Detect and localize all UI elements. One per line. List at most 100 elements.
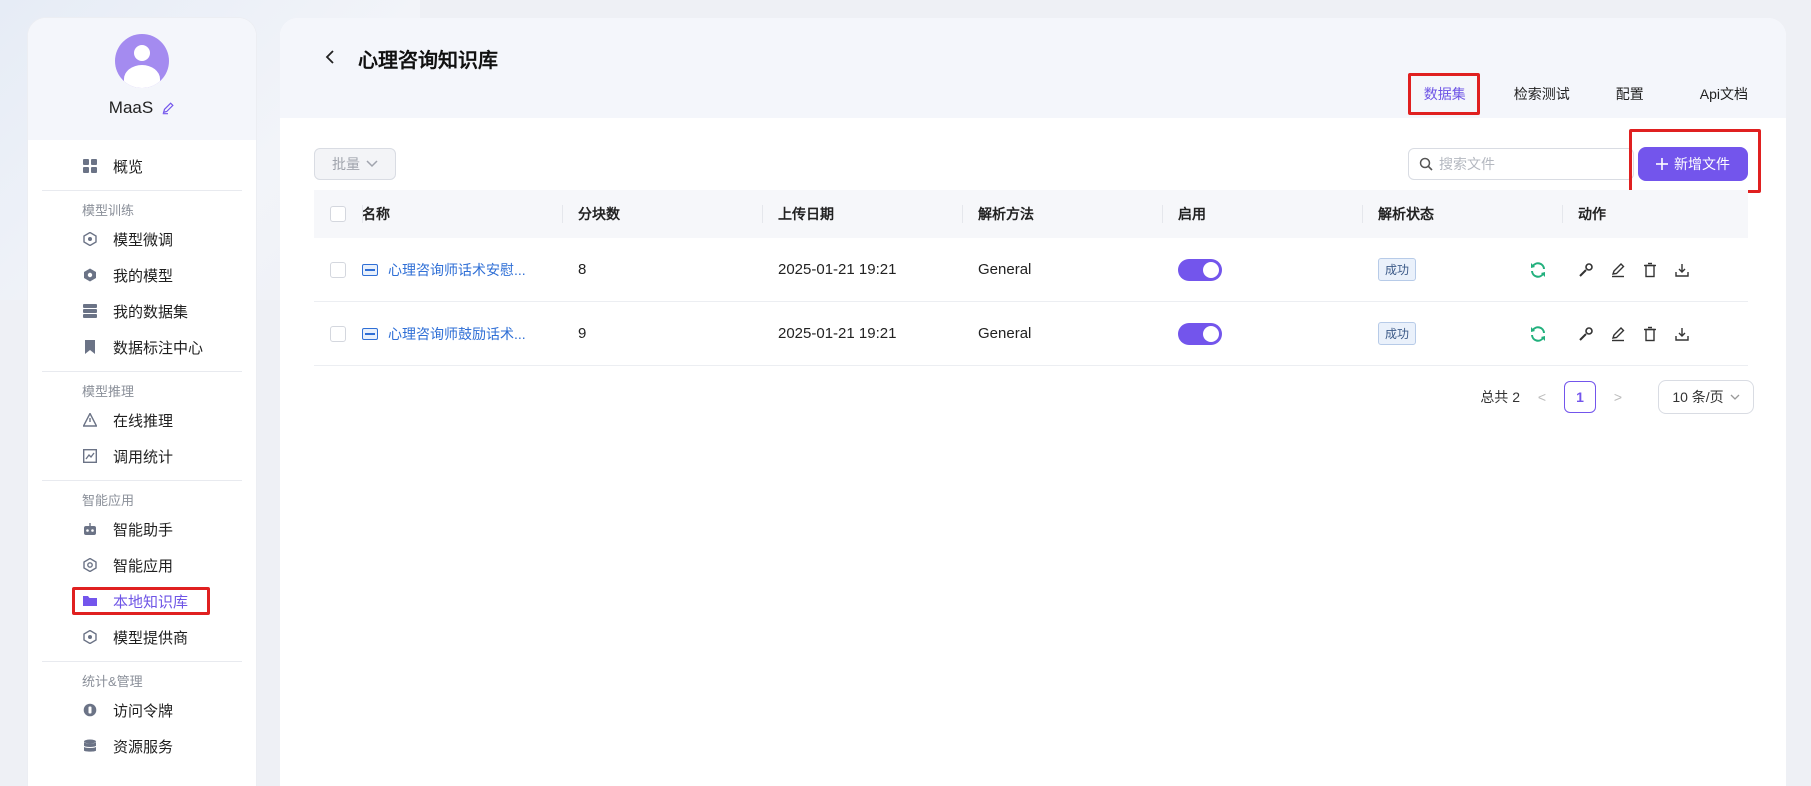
upload-date: 2025-01-21 19:21: [778, 261, 897, 278]
tab-config[interactable]: 配置: [1598, 84, 1662, 104]
trash-icon[interactable]: [1642, 262, 1658, 278]
gear-icon: [82, 557, 98, 573]
prev-page-icon[interactable]: <: [1532, 389, 1552, 405]
status-badge: 成功: [1378, 322, 1417, 345]
chunk-count: 9: [578, 325, 587, 342]
add-file-button[interactable]: 新增文件: [1638, 147, 1748, 181]
search-input[interactable]: [1439, 156, 1619, 172]
page-title: 心理咨询知识库: [358, 50, 498, 72]
sidebar-item-resource-service[interactable]: 资源服务: [42, 728, 242, 764]
grid-icon: [82, 158, 98, 174]
back-arrow-icon[interactable]: [322, 48, 340, 66]
sidebar-item-call-stats[interactable]: 调用统计: [42, 438, 242, 474]
sidebar-item-online-inference[interactable]: 在线推理: [42, 402, 242, 438]
avatar[interactable]: [115, 34, 169, 88]
tab-bar: 数据集 检索测试 配置 Api文档: [1406, 73, 1748, 115]
edit-icon[interactable]: [1610, 262, 1626, 278]
page-header: 心理咨询知识库 数据集 检索测试 配置 Api文档: [280, 18, 1786, 118]
column-header-name: 名称: [362, 206, 390, 222]
row-checkbox[interactable]: [330, 325, 346, 342]
database-icon: [82, 303, 98, 319]
menu-group-title: 模型训练: [82, 203, 135, 218]
download-icon[interactable]: [1674, 326, 1690, 342]
file-table: 名称 分块数 上传日期 解析方法 启用 解析状态 动作 心理咨询师话术安慰...…: [314, 190, 1748, 366]
refresh-icon[interactable]: [1528, 324, 1548, 344]
table-row: 心理咨询师鼓励话术... 9 2025-01-21 19:21 General …: [314, 302, 1748, 366]
hexagon-icon: [82, 231, 98, 247]
tab-retrieval-test[interactable]: 检索测试: [1496, 84, 1588, 104]
wrench-icon[interactable]: [1578, 262, 1594, 278]
sidebar-item-label: 我的数据集: [113, 303, 189, 321]
edit-icon[interactable]: [1610, 326, 1626, 342]
menu-group-title: 智能应用: [82, 493, 135, 508]
search-box[interactable]: [1408, 148, 1634, 180]
sidebar-item-assistant[interactable]: 智能助手: [42, 511, 242, 547]
user-profile: MaaS: [28, 18, 256, 140]
sidebar-item-label: 智能应用: [113, 557, 174, 575]
sidebar-item-finetune[interactable]: 模型微调: [42, 221, 242, 257]
tab-dataset[interactable]: 数据集: [1406, 73, 1484, 115]
sidebar-item-label: 在线推理: [113, 412, 174, 430]
docx-file-icon: [362, 327, 378, 340]
add-file-label: 新增文件: [1674, 156, 1730, 172]
sidebar-menu: 概览 模型训练 模型微调 我的模型 我的数据集 数据标注中心 模型推理 在线推理…: [28, 148, 256, 764]
plus-icon: [1656, 158, 1668, 170]
page-size-label: 10 条/页: [1672, 389, 1724, 405]
select-all-checkbox[interactable]: [330, 206, 346, 222]
column-header-enabled: 启用: [1178, 206, 1206, 222]
tab-api-docs[interactable]: Api文档: [1682, 84, 1748, 104]
bookmark-icon: [82, 339, 98, 355]
sidebar-item-label: 模型微调: [113, 231, 174, 249]
sidebar-item-my-datasets[interactable]: 我的数据集: [42, 293, 242, 329]
chevron-down-icon: [1730, 394, 1740, 400]
sidebar-item-local-knowledge-base[interactable]: 本地知识库: [42, 583, 242, 619]
storage-icon: [82, 738, 98, 754]
sidebar-item-label: 调用统计: [113, 448, 174, 466]
menu-group-title: 模型推理: [82, 384, 135, 399]
trash-icon[interactable]: [1642, 326, 1658, 342]
download-icon[interactable]: [1674, 262, 1690, 278]
edit-icon[interactable]: [161, 101, 175, 115]
table-row: 心理咨询师话术安慰... 8 2025-01-21 19:21 General …: [314, 238, 1748, 302]
search-icon: [1419, 157, 1433, 171]
sidebar-item-access-token[interactable]: 访问令牌: [42, 692, 242, 728]
column-header-actions: 动作: [1578, 206, 1606, 222]
chart-icon: [82, 448, 98, 464]
status-badge: 成功: [1378, 258, 1417, 281]
batch-label: 批量: [332, 156, 360, 172]
menu-group-title: 统计&管理: [82, 674, 143, 689]
sidebar-item-overview[interactable]: 概览: [42, 148, 242, 184]
sidebar-item-apps[interactable]: 智能应用: [42, 547, 242, 583]
batch-dropdown[interactable]: 批量: [314, 148, 396, 180]
upload-date: 2025-01-21 19:21: [778, 325, 897, 342]
next-page-icon[interactable]: >: [1608, 389, 1628, 405]
sidebar-item-label: 访问令牌: [113, 702, 174, 720]
row-checkbox[interactable]: [330, 261, 346, 278]
page-size-select[interactable]: 10 条/页: [1658, 380, 1754, 414]
chevron-down-icon: [366, 160, 378, 168]
file-name-link[interactable]: 心理咨询师话术安慰...: [388, 260, 526, 280]
hexagon-icon: [82, 267, 98, 283]
parse-method: General: [978, 325, 1032, 342]
file-name-link[interactable]: 心理咨询师鼓励话术...: [388, 324, 526, 344]
refresh-icon[interactable]: [1528, 260, 1548, 280]
sidebar-item-my-models[interactable]: 我的模型: [42, 257, 242, 293]
token-icon: [82, 702, 98, 718]
column-header-status: 解析状态: [1378, 206, 1434, 222]
sidebar-item-annotation[interactable]: 数据标注中心: [42, 329, 242, 365]
main-panel: 心理咨询知识库 数据集 检索测试 配置 Api文档 批量 新增文件 名称 分块数: [280, 18, 1786, 786]
sidebar-item-label: 资源服务: [113, 738, 174, 756]
wrench-icon[interactable]: [1578, 326, 1594, 342]
parse-method: General: [978, 261, 1032, 278]
enable-toggle[interactable]: [1178, 322, 1222, 345]
sidebar-item-label: 数据标注中心: [113, 339, 204, 357]
robot-icon: [82, 521, 98, 537]
enable-toggle[interactable]: [1178, 258, 1222, 281]
pagination: 总共 2 < 1 > 10 条/页: [1480, 380, 1754, 414]
sidebar-item-label: 概览: [113, 158, 144, 176]
sidebar-item-model-provider[interactable]: 模型提供商: [42, 619, 242, 655]
docx-file-icon: [362, 263, 378, 276]
page-number[interactable]: 1: [1564, 381, 1596, 413]
folder-icon: [82, 593, 98, 609]
warning-triangle-icon: [82, 412, 98, 428]
